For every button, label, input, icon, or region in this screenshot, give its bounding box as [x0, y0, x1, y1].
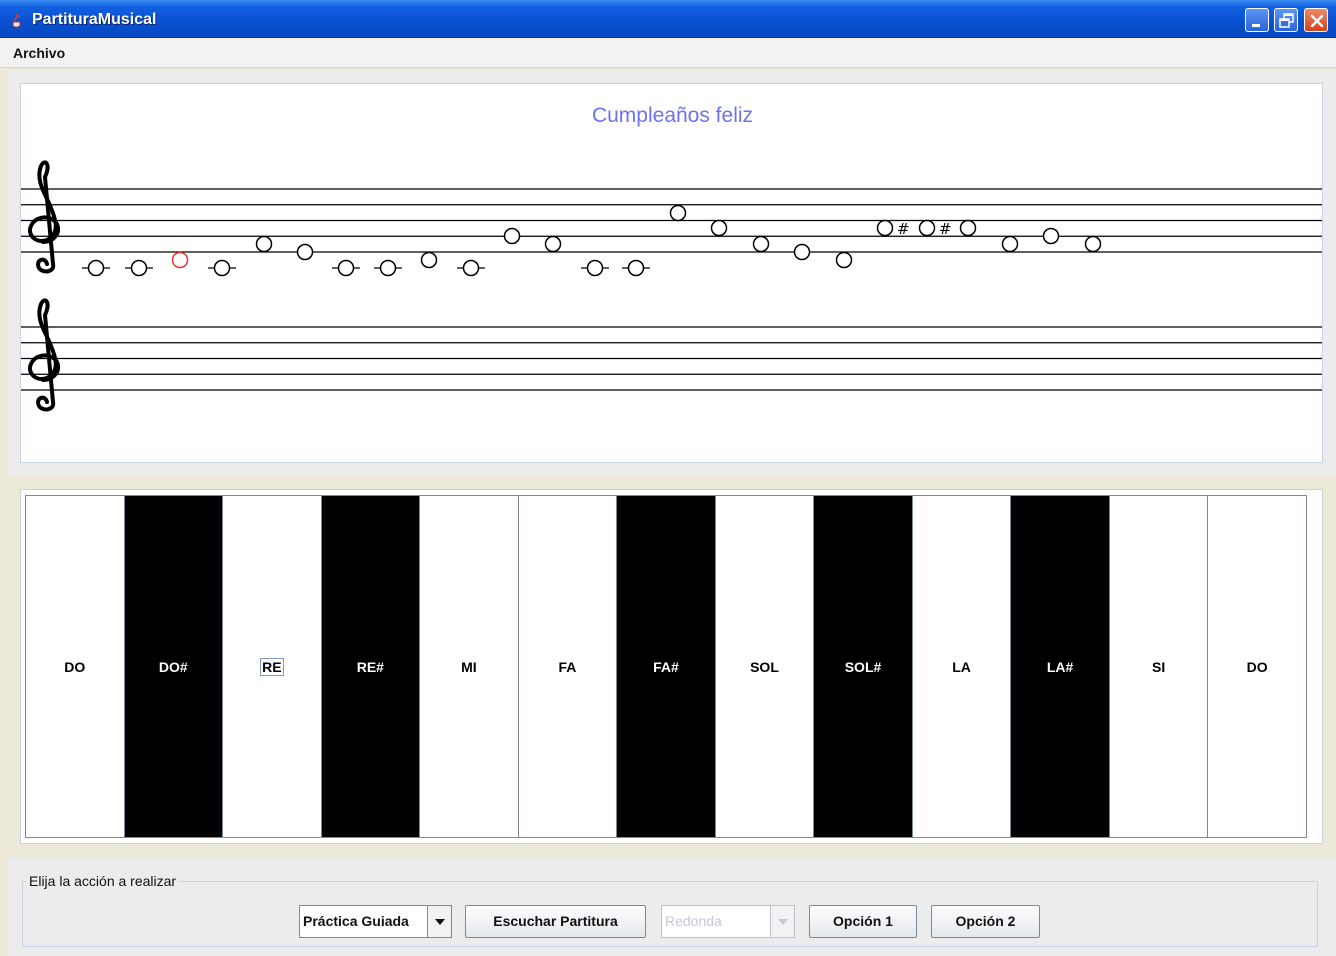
staff-canvas: # #: [21, 160, 1322, 412]
note-head: [337, 259, 355, 277]
piano-key-label: SI: [1151, 658, 1166, 675]
piano-key-label: RE#: [356, 658, 384, 675]
note-head: [959, 219, 977, 237]
piano-key[interactable]: RE: [223, 496, 322, 837]
menu-bar: Archivo: [0, 38, 1336, 68]
chevron-down-icon[interactable]: [427, 906, 451, 937]
piano-key[interactable]: SOL#: [814, 496, 913, 837]
menu-archivo[interactable]: Archivo: [13, 45, 65, 61]
note-head: [87, 259, 105, 277]
note-head: [130, 259, 148, 277]
java-cup-icon: [12, 13, 21, 28]
note-head: [420, 251, 438, 269]
note-head: [586, 259, 604, 277]
note-head: [296, 243, 314, 261]
note-head: [918, 219, 936, 237]
option-1-button[interactable]: Opción 1: [809, 905, 917, 938]
restore-icon: [1279, 13, 1294, 28]
piano-keyboard: DO DO# RE RE# MI FA FA# SOL SOL# LA LA# SI DO: [25, 495, 1307, 838]
mode-select[interactable]: Práctica Guiada: [299, 905, 452, 938]
note-head: [1084, 235, 1102, 253]
piano-key[interactable]: SOL: [715, 496, 815, 837]
note-head: [462, 259, 480, 277]
piano-key[interactable]: DO#: [124, 496, 224, 837]
note-head: [627, 259, 645, 277]
duration-select-value: Redonda: [665, 913, 722, 929]
note-head: [544, 235, 562, 253]
piano-key-label: RE: [260, 657, 284, 676]
note-head: [255, 235, 273, 253]
actions-legend: Elija la acción a realizar: [26, 873, 180, 889]
close-icon: [1310, 14, 1324, 28]
treble-clef-icon: [28, 298, 60, 412]
piano-key-label: SOL: [750, 658, 779, 675]
piano-key-label: MI: [461, 658, 477, 675]
note-head: [1001, 235, 1019, 253]
piano-key-label: FA#: [653, 658, 679, 675]
sharp-sign: #: [939, 220, 952, 238]
piano-key[interactable]: DO: [1208, 496, 1306, 837]
chevron-down-icon: [770, 906, 794, 937]
note-head: [752, 235, 770, 253]
piano-key[interactable]: RE#: [321, 496, 421, 837]
piano-key-label: SOL#: [844, 658, 882, 675]
note-head: [793, 243, 811, 261]
piano-key-label: FA: [558, 658, 577, 675]
mode-select-value: Práctica Guiada: [303, 913, 409, 929]
piano-key[interactable]: SI: [1109, 496, 1209, 837]
close-button[interactable]: [1304, 8, 1328, 32]
treble-clef-icon: [28, 160, 60, 274]
note-head: [669, 204, 687, 222]
piano-key-label: LA#: [1046, 658, 1074, 675]
note-head: [213, 259, 231, 277]
sharp-sign: #: [897, 220, 910, 238]
note-head: [503, 227, 521, 245]
note-head: [710, 219, 728, 237]
listen-score-button[interactable]: Escuchar Partitura: [465, 905, 646, 938]
piano-key[interactable]: LA#: [1011, 496, 1110, 837]
piano-key[interactable]: LA: [912, 496, 1012, 837]
piano-key-label: LA: [952, 658, 971, 675]
maximize-button[interactable]: [1274, 8, 1298, 32]
piano-key-label: DO: [64, 658, 86, 675]
minimize-button[interactable]: [1245, 8, 1269, 32]
duration-select: Redonda: [661, 905, 795, 938]
piano-key[interactable]: MI: [420, 496, 519, 837]
score-panel: Cumpleaños feliz # #: [20, 83, 1323, 463]
note-head: [379, 259, 397, 277]
piano-key-label: DO#: [158, 658, 188, 675]
piano-key[interactable]: FA: [518, 496, 618, 837]
piano-key-label: DO: [1246, 658, 1268, 675]
note-head: [876, 219, 894, 237]
piano-key[interactable]: FA#: [617, 496, 716, 837]
window-title: PartituraMusical: [32, 11, 157, 28]
title-bar: PartituraMusical: [0, 0, 1336, 38]
piano-key[interactable]: DO: [26, 496, 125, 837]
option-2-button[interactable]: Opción 2: [931, 905, 1040, 938]
note-head: [171, 251, 189, 269]
note-head: [835, 251, 853, 269]
minimize-icon: [1252, 24, 1260, 27]
note-head: [1042, 227, 1060, 245]
